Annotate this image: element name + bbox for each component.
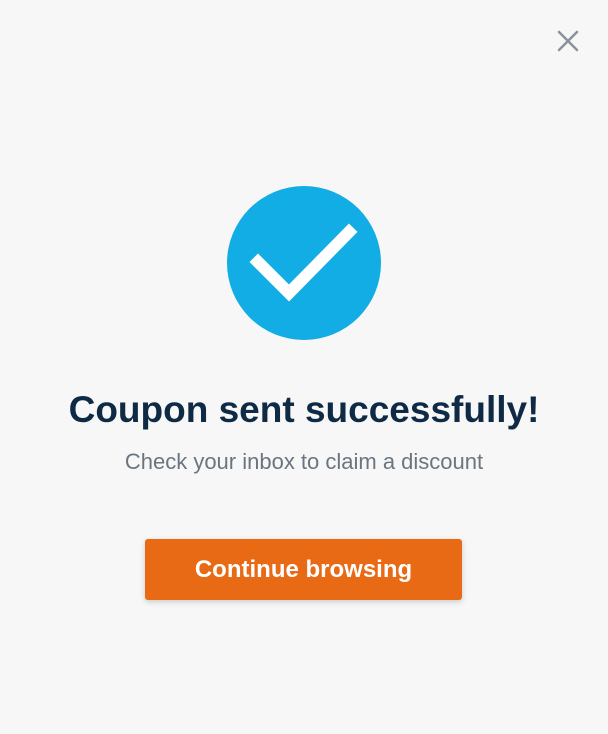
continue-browsing-button[interactable]: Continue browsing: [145, 539, 462, 600]
coupon-success-dialog: Coupon sent successfully! Check your inb…: [0, 0, 608, 734]
close-icon[interactable]: [555, 28, 581, 54]
dialog-subtitle: Check your inbox to claim a discount: [124, 449, 484, 474]
dialog-title: Coupon sent successfully!: [68, 389, 540, 430]
success-badge: [227, 186, 381, 340]
checkmark-icon: [249, 223, 358, 302]
